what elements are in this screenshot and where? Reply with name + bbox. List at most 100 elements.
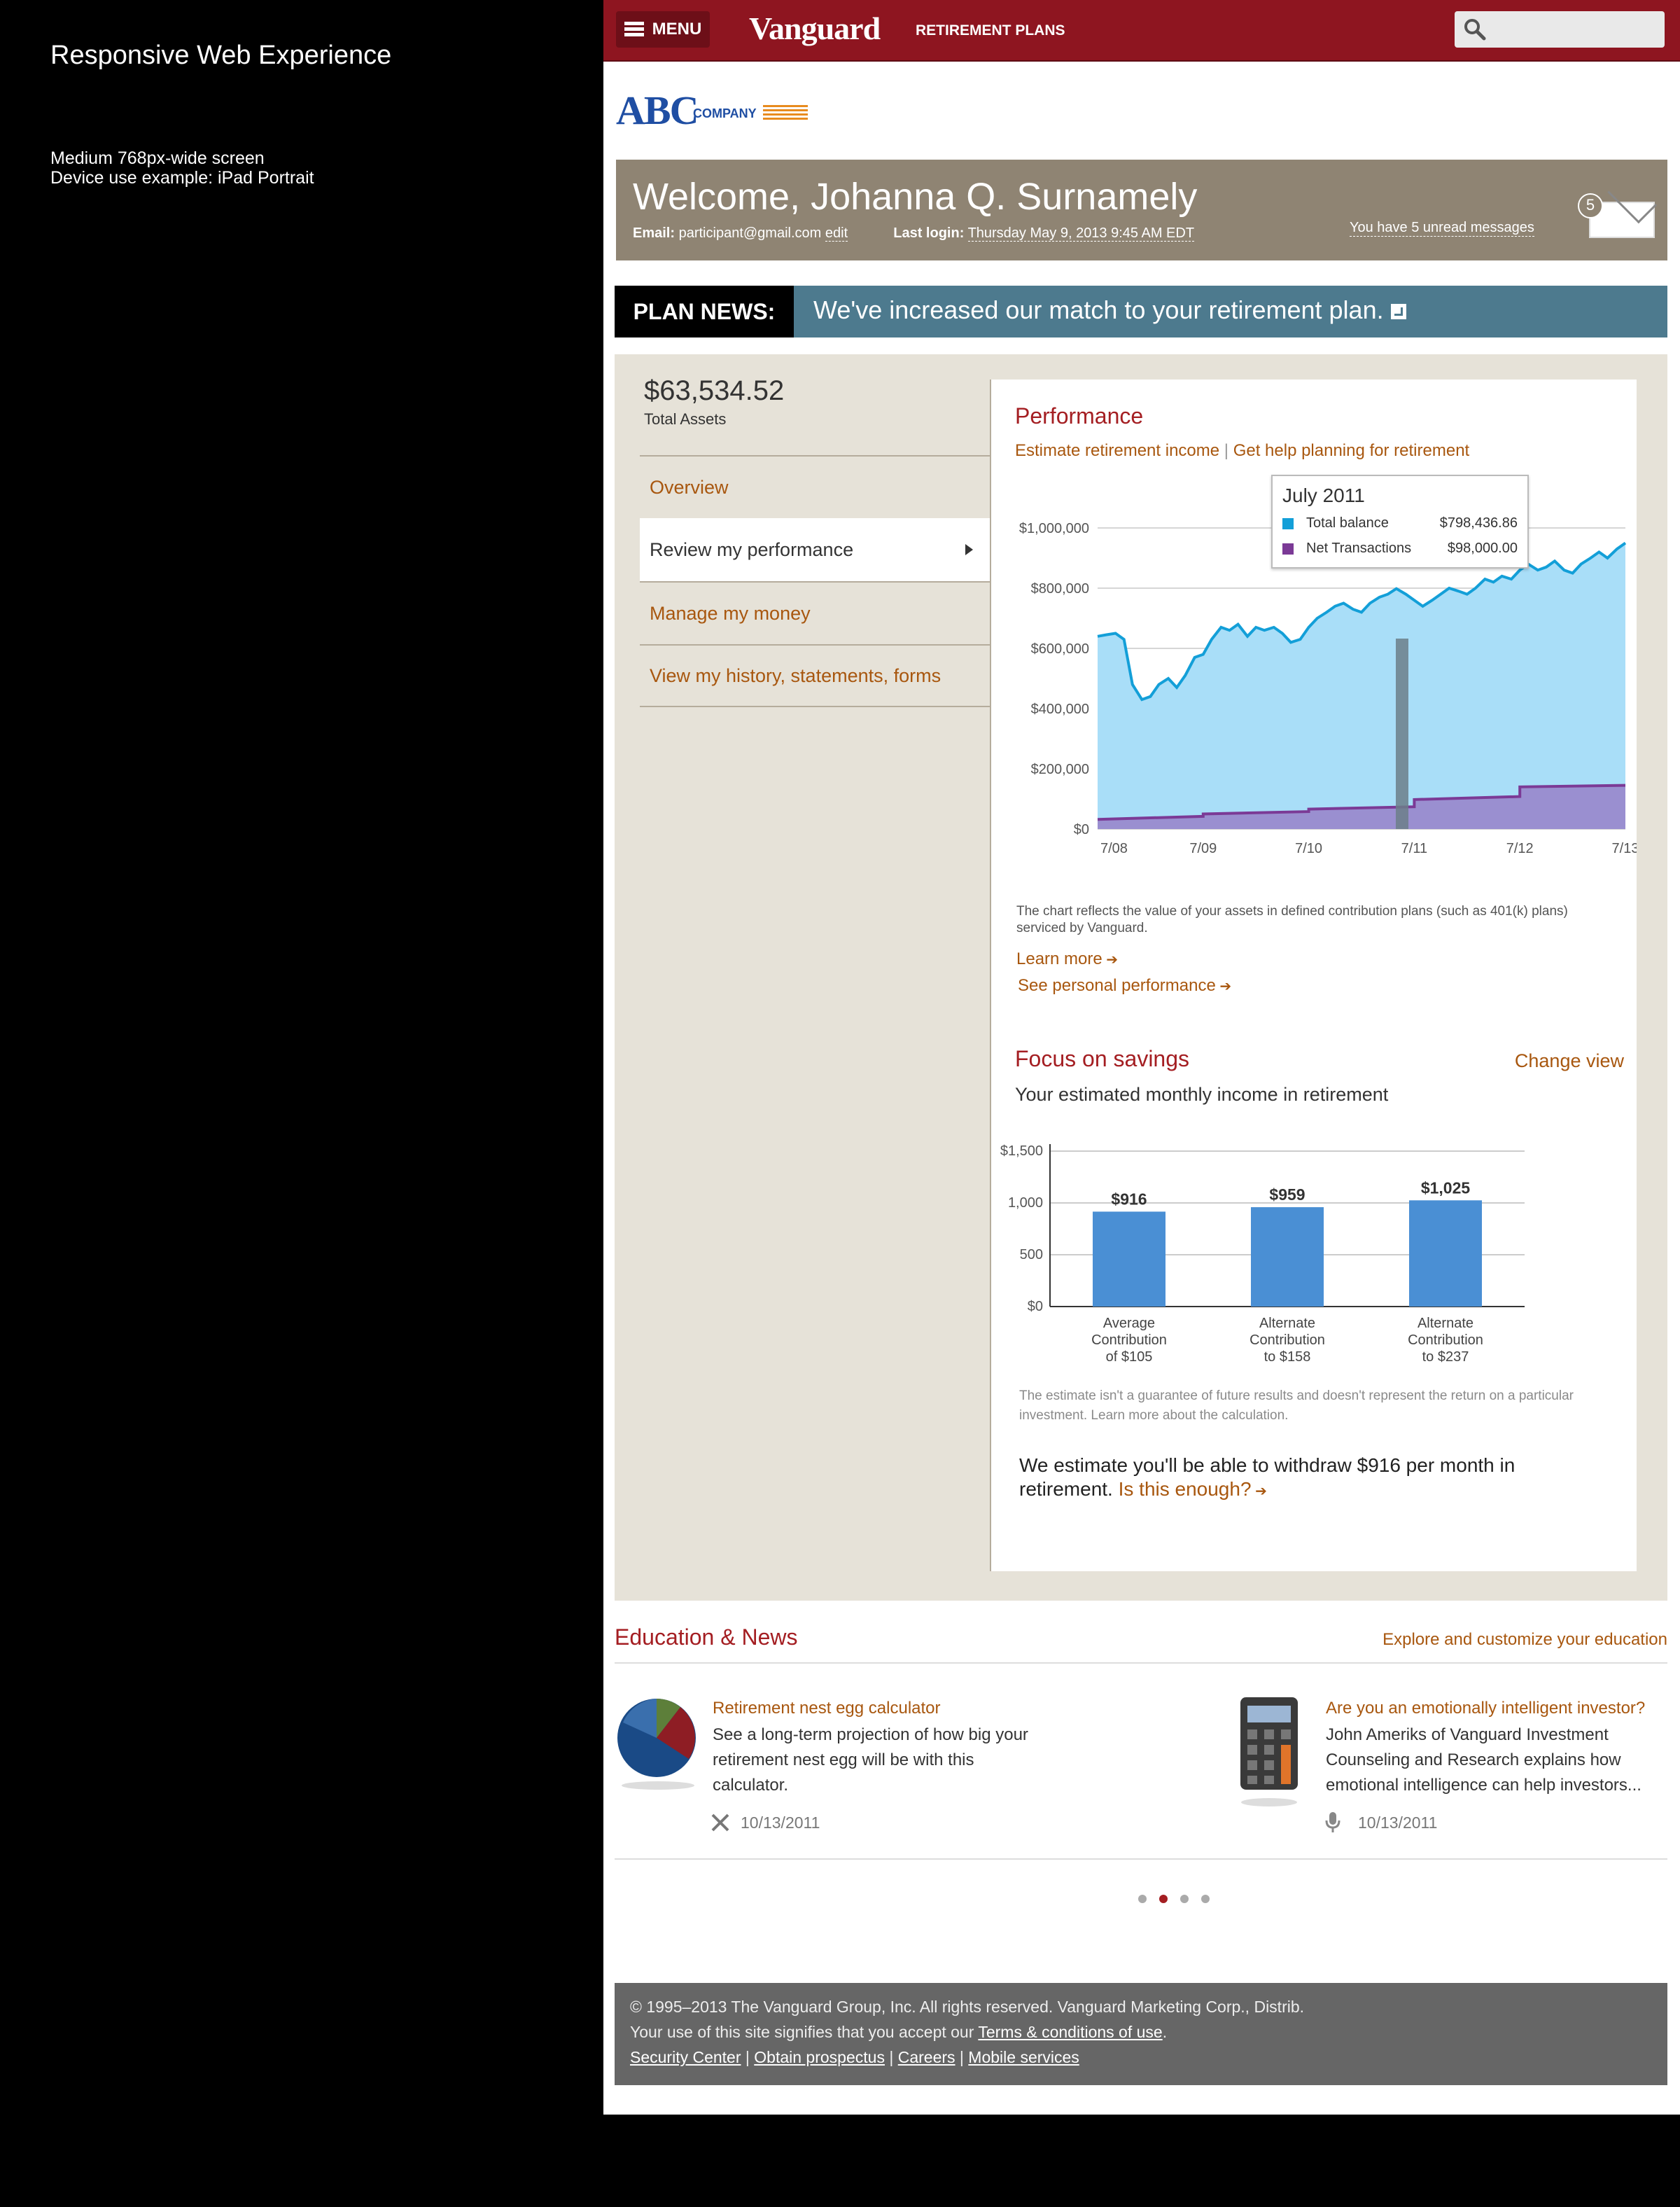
bar-category-line: Alternate <box>1417 1316 1474 1331</box>
performance-links: Estimate retirement income | Get help pl… <box>1015 441 1470 460</box>
see-personal-performance-link[interactable]: See personal performance <box>1018 976 1231 996</box>
bar-category-line: to $158 <box>1264 1349 1311 1365</box>
careers-link[interactable]: Careers <box>898 2048 955 2066</box>
learn-more-link[interactable]: Learn more <box>1016 949 1118 969</box>
footer-terms-suffix: . <box>1162 2023 1168 2041</box>
x-tick-label: 7/12 <box>1506 841 1534 856</box>
footer: © 1995–2013 The Vanguard Group, Inc. All… <box>615 1983 1667 2085</box>
search-input[interactable] <box>1455 11 1665 48</box>
main-content: $63,534.52 Total Assets Overview Review … <box>615 354 1667 1601</box>
x-tick-label: 7/08 <box>1100 841 1128 856</box>
nav-item-label: Overview <box>650 476 729 498</box>
company-logo-text: COMPANY <box>693 106 757 120</box>
bar-category-line: Contribution <box>1250 1332 1325 1348</box>
divider <box>615 1858 1667 1860</box>
mobile-services-link[interactable]: Mobile services <box>968 2048 1079 2066</box>
vanguard-logo[interactable]: Vanguard <box>749 10 881 47</box>
bar-value-label: $959 <box>1269 1185 1305 1204</box>
annotation-line-2: Device use example: iPad Portrait <box>50 168 314 188</box>
bar-category-line: to $237 <box>1422 1349 1469 1365</box>
pie-chart-icon <box>616 1694 700 1792</box>
footer-links: Security Center | Obtain prospectus | Ca… <box>630 2048 1079 2066</box>
edit-email-link[interactable]: edit <box>825 225 848 242</box>
top-nav-bar: MENU Vanguard RETIREMENT PLANS <box>603 0 1680 62</box>
income-bar <box>1251 1207 1324 1307</box>
explore-education-link[interactable]: Explore and customize your education <box>1382 1630 1667 1650</box>
security-center-link[interactable]: Security Center <box>630 2048 741 2066</box>
chevron-right-icon <box>965 544 973 555</box>
terms-link[interactable]: Terms & conditions of use <box>978 2023 1162 2041</box>
legend-swatch-net-transactions <box>1282 543 1294 555</box>
plan-news-banner[interactable]: PLAN NEWS: We've increased our match to … <box>615 286 1667 337</box>
card-body-line: calculator. <box>713 1776 789 1795</box>
plan-news-message: We've increased our match to your retire… <box>813 295 1384 324</box>
company-logo-stripes <box>763 105 808 122</box>
card-title-nest-egg[interactable]: Retirement nest egg calculator <box>713 1699 941 1718</box>
nav-item-history-statements[interactable]: View my history, statements, forms <box>640 644 990 707</box>
obtain-prospectus-link[interactable]: Obtain prospectus <box>754 2048 885 2066</box>
microphone-icon <box>1325 1812 1340 1832</box>
bar-category-line: of $105 <box>1105 1349 1153 1365</box>
chart-tooltip: July 2011 Total balance $798,436.86 Net … <box>1271 475 1529 569</box>
retirement-plans-label: RETIREMENT PLANS <box>916 22 1065 39</box>
chart-note: The chart reflects the value of your ass… <box>1016 904 1568 935</box>
side-nav: Overview Review my performance Manage my… <box>640 455 990 707</box>
last-login-value: Thursday May 9, 2013 9:45 AM EDT <box>967 225 1195 242</box>
bar-category-label: Average Contribution of $105 <box>1052 1315 1206 1365</box>
tooltip-value: $798,436.86 <box>1439 515 1518 531</box>
is-this-enough-link[interactable]: Is this enough? <box>1119 1478 1267 1500</box>
company-logo-abc: ABC <box>616 88 699 133</box>
nav-item-manage-money[interactable]: Manage my money <box>640 581 990 644</box>
nav-item-review-performance[interactable]: Review my performance <box>640 518 990 581</box>
bar-category-label: Alternate Contribution to $158 <box>1210 1315 1364 1365</box>
card-body-line: retirement nest egg will be with this <box>713 1750 974 1769</box>
bar-category-line: Contribution <box>1091 1332 1167 1348</box>
nav-item-label: View my history, statements, forms <box>650 664 941 686</box>
y-tick-label: $1,000,000 <box>1019 521 1089 536</box>
web-page: MENU Vanguard RETIREMENT PLANS ABC COMPA… <box>603 0 1680 2115</box>
y-tick-label: $600,000 <box>1031 641 1089 657</box>
pagination-dot[interactable] <box>1180 1895 1189 1903</box>
pagination-dot[interactable] <box>1201 1895 1210 1903</box>
tooltip-value: $98,000.00 <box>1447 541 1518 556</box>
y-tick-label: $1,500 <box>1000 1143 1043 1159</box>
nav-item-label: Review my performance <box>650 538 854 560</box>
nav-item-overview[interactable]: Overview <box>640 455 990 518</box>
card-body-emotional-investor: John Ameriks of Vanguard Investment Coun… <box>1326 1722 1676 1798</box>
annotation-title: Responsive Web Experience <box>50 41 392 70</box>
tools-icon <box>711 1813 729 1832</box>
card-title-emotional-investor[interactable]: Are you an emotionally intelligent inves… <box>1326 1699 1645 1718</box>
pagination-dot[interactable] <box>1138 1895 1147 1903</box>
planning-help-link[interactable]: Get help planning for retirement <box>1233 441 1470 460</box>
pagination-dot-active[interactable] <box>1159 1895 1168 1903</box>
education-title: Education & News <box>615 1624 798 1650</box>
estimate-income-link[interactable]: Estimate retirement income <box>1015 441 1219 460</box>
y-tick-label: $400,000 <box>1031 702 1089 717</box>
legend-swatch-total-balance <box>1282 517 1294 529</box>
card-body-nest-egg: See a long-term projection of how big yo… <box>713 1722 1063 1798</box>
email-label: Email: <box>633 225 676 241</box>
tooltip-label: Net Transactions <box>1306 541 1412 556</box>
savings-subtitle: Your estimated monthly income in retirem… <box>1015 1084 1389 1105</box>
tooltip-row-net-transactions: Net Transactions $98,000.00 <box>1282 541 1518 557</box>
y-tick-label: 500 <box>1020 1247 1043 1262</box>
content-panel: Performance Estimate retirement income |… <box>990 380 1637 1571</box>
bar-value-label: $916 <box>1111 1190 1147 1208</box>
menu-button[interactable]: MENU <box>616 11 710 48</box>
income-bar <box>1409 1200 1482 1307</box>
welcome-meta: Email: participant@gmail.com edit Last l… <box>633 225 1195 242</box>
bar-category-line: Alternate <box>1259 1316 1316 1331</box>
x-tick-label: 7/10 <box>1295 841 1322 856</box>
unread-messages-link[interactable]: You have 5 unread messages <box>1350 220 1534 237</box>
estimate-disclaimer: The estimate isn't a guarantee of future… <box>1019 1388 1574 1423</box>
welcome-greeting: Welcome, Johanna Q. Surnamely <box>633 176 1198 218</box>
welcome-banner: Welcome, Johanna Q. Surnamely Email: par… <box>616 160 1667 260</box>
selected-month-marker[interactable] <box>1396 639 1408 829</box>
card-body-line: emotional intelligence can help investor… <box>1326 1776 1642 1795</box>
tooltip-row-total-balance: Total balance $798,436.86 <box>1282 515 1518 531</box>
bar-category-line: Contribution <box>1408 1332 1483 1348</box>
change-view-link[interactable]: Change view <box>1515 1050 1624 1072</box>
total-assets-value: $63,534.52 <box>644 375 785 406</box>
card-date: 10/13/2011 <box>741 1813 820 1832</box>
external-link-icon <box>1390 304 1406 320</box>
